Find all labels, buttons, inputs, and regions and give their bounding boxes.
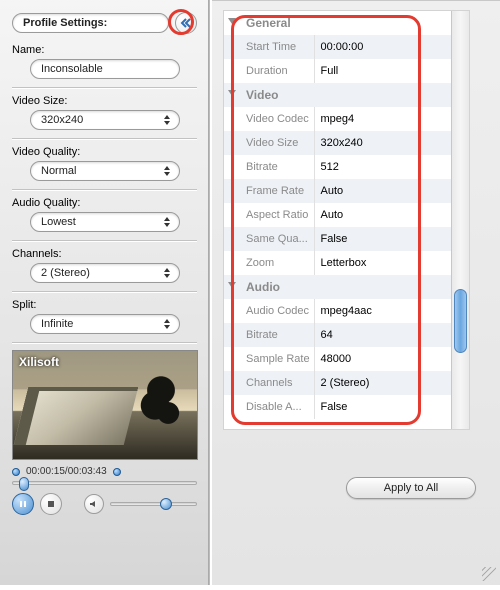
divider bbox=[12, 240, 197, 242]
divider bbox=[12, 291, 197, 293]
volume-thumb[interactable] bbox=[160, 498, 172, 510]
chevron-updown-icon bbox=[161, 113, 173, 127]
name-value: Inconsolable bbox=[41, 63, 103, 75]
divider bbox=[12, 189, 197, 191]
video-size-value: 320x240 bbox=[41, 114, 83, 126]
disclosure-triangle-icon bbox=[228, 18, 236, 24]
collapse-panel-button[interactable] bbox=[175, 12, 197, 34]
prop-key: Aspect Ratio bbox=[224, 203, 314, 227]
preview-brand: Xilisoft bbox=[19, 355, 59, 369]
prop-key: Sample Rate bbox=[224, 347, 314, 371]
split-select[interactable]: Infinite bbox=[30, 314, 180, 334]
prop-key: Video Codec bbox=[224, 107, 314, 131]
audio-quality-label: Audio Quality: bbox=[12, 197, 197, 209]
video-codec-field[interactable]: mpeg4 bbox=[314, 107, 469, 131]
video-size-select[interactable]: 320x240 bbox=[30, 110, 180, 130]
mute-button[interactable] bbox=[84, 494, 104, 514]
divider bbox=[12, 342, 197, 344]
prop-key: Frame Rate bbox=[224, 179, 314, 203]
channels-value: 2 (Stereo) bbox=[41, 267, 90, 279]
channels-select[interactable]: 2 (Stereo) bbox=[30, 263, 180, 283]
marker-in-icon[interactable] bbox=[12, 468, 20, 476]
aspect-ratio-field[interactable]: Auto bbox=[314, 203, 469, 227]
timecode-display: 00:00:15/00:03:43 bbox=[26, 466, 107, 477]
speaker-icon bbox=[89, 499, 99, 509]
vertical-scrollbar[interactable] bbox=[451, 11, 469, 429]
sample-rate-field[interactable]: 48000 bbox=[314, 347, 469, 371]
section-video[interactable]: Video bbox=[224, 83, 469, 107]
marker-out-icon[interactable] bbox=[113, 468, 121, 476]
seek-slider[interactable] bbox=[12, 481, 197, 485]
properties-panel: General Start Time00:00:00 DurationFull … bbox=[212, 0, 500, 585]
chevron-updown-icon bbox=[161, 266, 173, 280]
video-quality-select[interactable]: Normal bbox=[30, 161, 180, 181]
disable-audio-field[interactable]: False bbox=[314, 395, 469, 419]
volume-slider[interactable] bbox=[110, 502, 197, 506]
audio-bitrate-field[interactable]: 64 bbox=[314, 323, 469, 347]
chevron-left-double-icon bbox=[180, 17, 192, 29]
section-audio[interactable]: Audio bbox=[224, 275, 469, 299]
divider bbox=[12, 138, 197, 140]
prop-key: Zoom bbox=[224, 251, 314, 275]
scrollbar-thumb[interactable] bbox=[454, 289, 467, 353]
stop-button[interactable] bbox=[40, 493, 62, 515]
channels-label: Channels: bbox=[12, 248, 197, 260]
apply-to-all-label: Apply to All bbox=[384, 482, 438, 494]
chevron-updown-icon bbox=[161, 164, 173, 178]
frame-rate-field[interactable]: Auto bbox=[314, 179, 469, 203]
prop-key: Channels bbox=[224, 371, 314, 395]
disclosure-triangle-icon bbox=[228, 282, 236, 288]
section-general[interactable]: General bbox=[224, 11, 469, 35]
video-quality-value: Normal bbox=[41, 165, 76, 177]
prop-key: Video Size bbox=[224, 131, 314, 155]
seek-thumb[interactable] bbox=[19, 477, 29, 491]
prop-key: Duration bbox=[224, 59, 314, 83]
stop-icon bbox=[47, 500, 55, 508]
name-input[interactable]: Inconsolable bbox=[30, 59, 180, 79]
pause-icon bbox=[19, 500, 27, 508]
prop-key: Start Time bbox=[224, 35, 314, 59]
audio-quality-value: Lowest bbox=[41, 216, 76, 228]
prop-key: Bitrate bbox=[224, 323, 314, 347]
apply-to-all-button[interactable]: Apply to All bbox=[346, 477, 476, 499]
properties-table: General Start Time00:00:00 DurationFull … bbox=[224, 11, 469, 419]
split-label: Split: bbox=[12, 299, 197, 311]
audio-codec-field[interactable]: mpeg4aac bbox=[314, 299, 469, 323]
prop-key: Audio Codec bbox=[224, 299, 314, 323]
name-label: Name: bbox=[12, 44, 197, 56]
divider bbox=[12, 87, 197, 89]
properties-table-wrap: General Start Time00:00:00 DurationFull … bbox=[224, 11, 469, 429]
audio-quality-select[interactable]: Lowest bbox=[30, 212, 180, 232]
pause-button[interactable] bbox=[12, 493, 34, 515]
chevron-updown-icon bbox=[161, 215, 173, 229]
video-bitrate-field[interactable]: 512 bbox=[314, 155, 469, 179]
video-size-field[interactable]: 320x240 bbox=[314, 131, 469, 155]
disclosure-triangle-icon bbox=[228, 90, 236, 96]
audio-channels-field[interactable]: 2 (Stereo) bbox=[314, 371, 469, 395]
start-time-field[interactable]: 00:00:00 bbox=[314, 35, 469, 59]
zoom-field[interactable]: Letterbox bbox=[314, 251, 469, 275]
video-size-label: Video Size: bbox=[12, 95, 197, 107]
prop-key: Disable A... bbox=[224, 395, 314, 419]
settings-sidebar: Profile Settings: Name: Inconsolable Vid… bbox=[0, 0, 210, 585]
profile-settings-label: Profile Settings: bbox=[12, 13, 169, 33]
same-quality-field[interactable]: False bbox=[314, 227, 469, 251]
split-value: Infinite bbox=[41, 318, 73, 330]
duration-field[interactable]: Full bbox=[314, 59, 469, 83]
prop-key: Same Qua... bbox=[224, 227, 314, 251]
video-quality-label: Video Quality: bbox=[12, 146, 197, 158]
chevron-updown-icon bbox=[161, 317, 173, 331]
prop-key: Bitrate bbox=[224, 155, 314, 179]
video-preview[interactable]: Xilisoft bbox=[12, 350, 198, 460]
resize-grip-icon[interactable] bbox=[482, 567, 496, 581]
